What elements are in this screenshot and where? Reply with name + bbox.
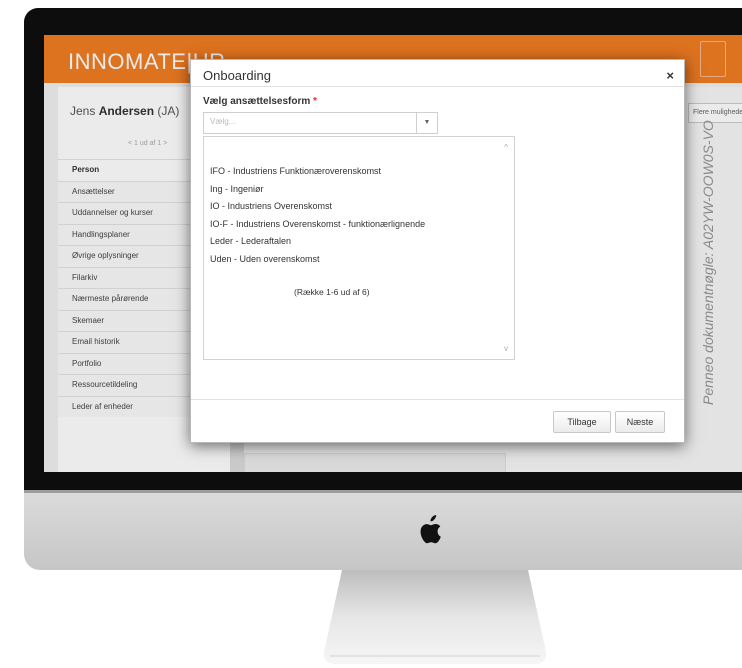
option-uden[interactable]: Uden - Uden overenskomst: [210, 251, 425, 269]
option-ing[interactable]: Ing - Ingeniør: [210, 181, 425, 199]
employment-type-options[interactable]: ^ IFO - Industriens Funktionæroverenskom…: [203, 136, 515, 360]
select-placeholder: Vælg...: [210, 117, 236, 126]
employment-type-label-text: Vælg ansættelsesform: [203, 96, 311, 107]
option-io[interactable]: IO - Industriens Overenskomst: [210, 198, 425, 216]
document-watermark: Penneo dokumentnøgle: A02YW-OOW0S-VO: [700, 120, 716, 405]
employment-type-label: Vælg ansættelsesform *: [203, 96, 317, 107]
employment-type-select[interactable]: Vælg... ▼: [203, 112, 438, 134]
dialog-footer: Tilbage Næste: [191, 399, 684, 442]
monitor-bezel: INNOMATE|HR Jens Andersen (JA) < 1 ud af…: [24, 8, 742, 492]
close-icon[interactable]: ×: [666, 68, 674, 83]
monitor-stand: [323, 570, 547, 664]
chin-divider: [24, 490, 742, 493]
option-io-f[interactable]: IO-F - Industriens Overenskomst - funkti…: [210, 216, 425, 234]
dialog-header: Onboarding ×: [191, 60, 684, 87]
option-leder[interactable]: Leder - Lederaftalen: [210, 233, 425, 251]
apple-logo-icon: [420, 515, 441, 544]
required-marker: *: [313, 96, 317, 107]
next-button[interactable]: Næste: [615, 411, 665, 433]
dialog-title: Onboarding: [203, 68, 271, 83]
screen: INNOMATE|HR Jens Andersen (JA) < 1 ud af…: [44, 35, 742, 472]
chevron-down-icon[interactable]: ▼: [416, 113, 437, 133]
onboarding-dialog: Onboarding × Vælg ansættelsesform * Vælg…: [190, 59, 685, 443]
scroll-up-icon[interactable]: ^: [504, 143, 508, 152]
monitor-chin: [24, 490, 742, 570]
back-button[interactable]: Tilbage: [553, 411, 611, 433]
options-count: (Række 1-6 ud af 6): [294, 287, 370, 297]
scroll-down-icon[interactable]: v: [504, 344, 508, 353]
options-list: IFO - Industriens Funktionæroverenskomst…: [210, 163, 425, 268]
option-ifo[interactable]: IFO - Industriens Funktionæroverenskomst: [210, 163, 425, 181]
